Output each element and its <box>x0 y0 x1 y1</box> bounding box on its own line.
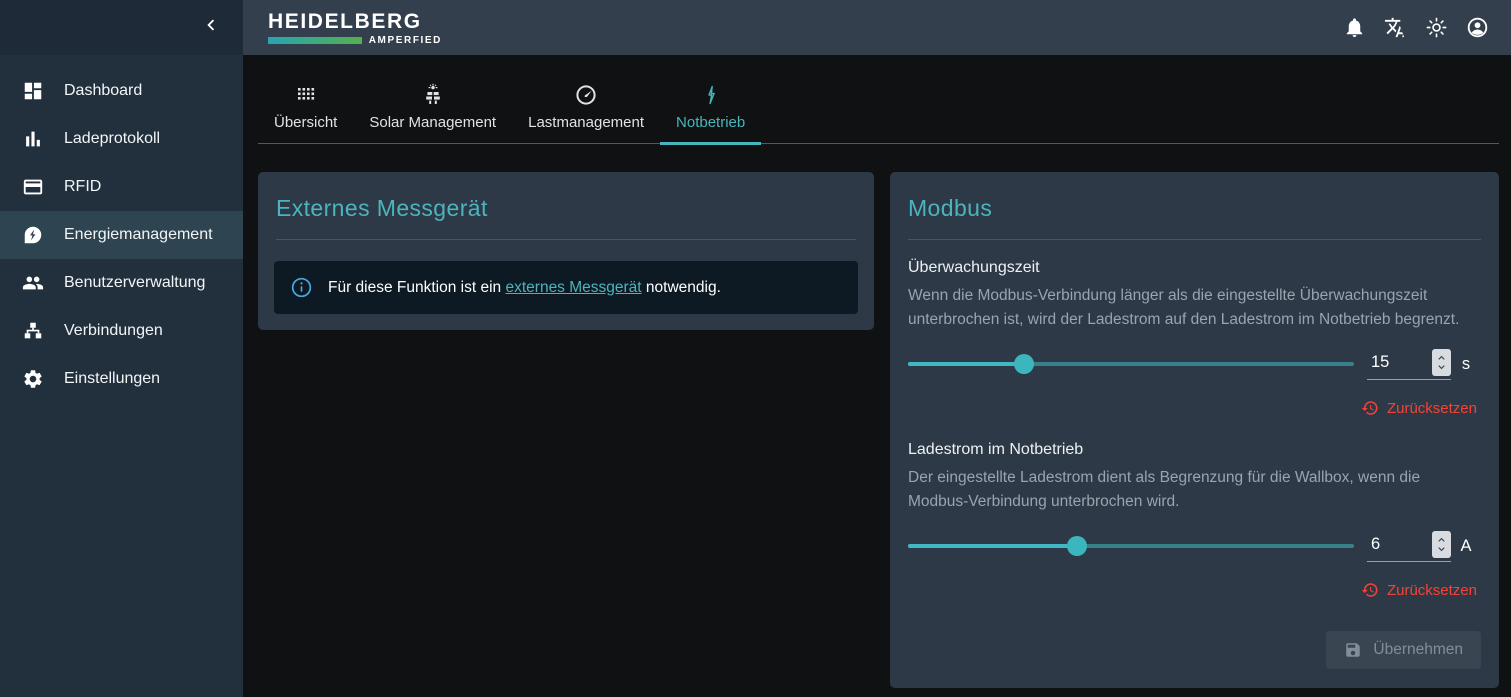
number-stepper[interactable] <box>1432 349 1451 376</box>
language-translate-icon[interactable] <box>1384 16 1407 39</box>
tab-notbetrieb[interactable]: Notbetrieb <box>660 75 761 145</box>
sidebar-item-label: Energiemanagement <box>64 226 213 244</box>
sidebar-item-energiemanagement[interactable]: Energiemanagement <box>0 211 243 259</box>
gear-icon <box>22 368 44 390</box>
topbar: HEIDELBERG AMPERFIED <box>243 0 1511 55</box>
sidebar-item-benutzerverwaltung[interactable]: Benutzerverwaltung <box>0 259 243 307</box>
sidebar-item-verbindungen[interactable]: Verbindungen <box>0 307 243 355</box>
slider-fill <box>908 544 1077 548</box>
info-banner: Für diese Funktion ist ein externes Mess… <box>274 261 858 314</box>
watchdog-time-input[interactable]: 15 <box>1367 349 1451 380</box>
energy-leaf-icon <box>22 224 44 246</box>
tab-uebersicht[interactable]: Übersicht <box>258 75 353 145</box>
dashboard-icon <box>22 80 44 102</box>
history-reset-icon <box>1361 399 1379 417</box>
main-content: Übersicht Solar Management <box>243 55 1511 697</box>
sidebar-item-rfid[interactable]: RFID <box>0 163 243 211</box>
fallback-current-section: Ladestrom im Notbetrieb Der eingestellte… <box>906 441 1483 599</box>
card-title: Externes Messgerät <box>274 188 858 239</box>
input-value: 6 <box>1367 531 1380 558</box>
history-reset-icon <box>1361 581 1379 599</box>
slider-thumb[interactable] <box>1014 354 1034 374</box>
section-description: Der eingestellte Ladestrom dient als Beg… <box>908 466 1481 514</box>
account-icon[interactable] <box>1466 16 1489 39</box>
unit-label: s <box>1451 355 1481 374</box>
brand-logo: HEIDELBERG AMPERFIED <box>268 10 442 46</box>
notifications-bell-icon[interactable] <box>1343 16 1366 39</box>
tab-label: Übersicht <box>274 114 337 131</box>
fallback-current-slider[interactable] <box>908 536 1354 556</box>
card-title: Modbus <box>906 188 1483 239</box>
sidebar-item-einstellungen[interactable]: Einstellungen <box>0 355 243 403</box>
sidebar-header <box>0 0 243 55</box>
fallback-current-input[interactable]: 6 <box>1367 531 1451 562</box>
section-label: Ladestrom im Notbetrieb <box>908 441 1481 459</box>
sidebar-item-label: Ladeprotokoll <box>64 130 160 148</box>
tab-label: Lastmanagement <box>528 114 644 131</box>
tab-bar: Übersicht Solar Management <box>258 75 1499 144</box>
tab-label: Solar Management <box>369 114 496 131</box>
tab-solar-management[interactable]: Solar Management <box>353 75 512 145</box>
users-icon <box>22 272 44 294</box>
tab-lastmanagement[interactable]: Lastmanagement <box>512 75 660 145</box>
grid-icon <box>294 83 318 107</box>
chevron-down-icon <box>1436 545 1447 553</box>
fallback-current-reset-button[interactable]: Zurücksetzen <box>908 581 1481 599</box>
bar-chart-icon <box>22 128 44 150</box>
unit-label: A <box>1451 537 1481 556</box>
watchdog-time-slider[interactable] <box>908 354 1354 374</box>
number-stepper[interactable] <box>1432 531 1451 558</box>
save-icon <box>1344 641 1362 659</box>
sidebar-item-label: Benutzerverwaltung <box>64 274 205 292</box>
external-meter-card: Externes Messgerät Für diese Funktion is… <box>258 172 874 330</box>
watchdog-reset-button[interactable]: Zurücksetzen <box>908 399 1481 417</box>
chevron-left-icon <box>200 14 222 41</box>
sidebar-item-label: RFID <box>64 178 101 196</box>
chevron-up-icon <box>1436 354 1447 362</box>
divider <box>908 239 1481 240</box>
sidebar-item-dashboard[interactable]: Dashboard <box>0 67 243 115</box>
sidebar-item-ladeprotokoll[interactable]: Ladeprotokoll <box>0 115 243 163</box>
sidebar-item-label: Dashboard <box>64 82 142 100</box>
network-icon <box>22 320 44 342</box>
sidebar-item-label: Verbindungen <box>64 322 163 340</box>
theme-sun-icon[interactable] <box>1425 16 1448 39</box>
apply-button-label: Übernehmen <box>1373 641 1463 659</box>
divider <box>276 239 856 240</box>
apply-button[interactable]: Übernehmen <box>1326 631 1481 669</box>
brand-subname: AMPERFIED <box>369 35 442 46</box>
input-value: 15 <box>1367 349 1389 376</box>
solar-panel-icon <box>421 83 445 107</box>
chevron-down-icon <box>1436 363 1447 371</box>
reset-label: Zurücksetzen <box>1387 400 1477 417</box>
external-meter-link[interactable]: externes Messgerät <box>505 279 641 296</box>
app-window: HEIDELBERG AMPERFIED <box>0 0 1511 697</box>
info-icon <box>290 276 313 299</box>
brand-name: HEIDELBERG <box>268 10 442 34</box>
card-icon <box>22 176 44 198</box>
section-label: Überwachungszeit <box>908 259 1481 277</box>
bolt-icon <box>699 83 723 107</box>
chevron-up-icon <box>1436 536 1447 544</box>
slider-thumb[interactable] <box>1067 536 1087 556</box>
reset-label: Zurücksetzen <box>1387 582 1477 599</box>
watchdog-section: Überwachungszeit Wenn die Modbus-Verbind… <box>906 259 1483 417</box>
tab-label: Notbetrieb <box>676 114 745 131</box>
modbus-card: Modbus Überwachungszeit Wenn die Modbus-… <box>890 172 1499 688</box>
gauge-icon <box>574 83 598 107</box>
sidebar-collapse-button[interactable] <box>197 14 225 42</box>
info-banner-text: Für diese Funktion ist ein externes Mess… <box>328 279 721 297</box>
slider-fill <box>908 362 1024 366</box>
sidebar-item-label: Einstellungen <box>64 370 160 388</box>
section-description: Wenn die Modbus-Verbindung länger als di… <box>908 284 1481 332</box>
brand-gradient-bar <box>268 37 362 44</box>
sidebar-nav: Dashboard Ladeprotokoll RFID Energiemana… <box>0 55 243 697</box>
